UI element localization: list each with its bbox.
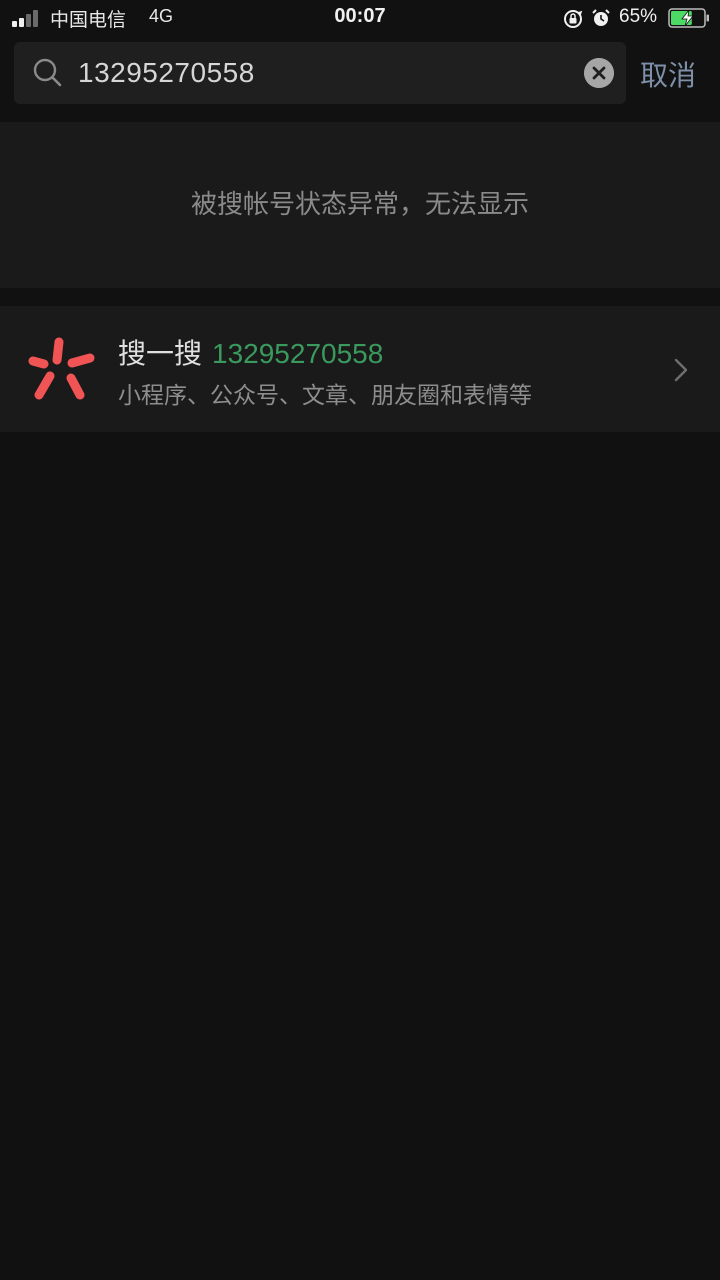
orientation-lock-icon (564, 10, 583, 28)
search-icon (33, 58, 62, 87)
search-one-query: 13295270558 (212, 338, 384, 369)
cancel-button[interactable]: 取消 (640, 54, 696, 94)
search-one-label: 搜一搜 (118, 337, 203, 370)
search-input[interactable]: 13295270558 (78, 42, 578, 104)
notice-text: 被搜帐号状态异常，无法显示 (190, 190, 529, 220)
clear-icon[interactable] (584, 58, 614, 88)
search-notice: 被搜帐号状态异常，无法显示 (0, 122, 720, 288)
clock: 00:07 (334, 5, 386, 27)
battery-percent: 65% (619, 6, 658, 27)
search-one-title: 搜一搜 13295270558 (118, 332, 384, 370)
status-bar: 中国电信 4G 00:07 65% (0, 0, 720, 36)
chevron-right-icon (674, 358, 688, 382)
battery-charging-icon (668, 8, 709, 28)
search-one-subtitle: 小程序、公众号、文章、朋友圈和表情等 (118, 383, 532, 409)
alarm-icon (592, 9, 610, 26)
search-one-row[interactable] (0, 306, 720, 432)
search-bar: 13295270558 (14, 42, 626, 104)
search-one-logo-icon (28, 337, 95, 400)
